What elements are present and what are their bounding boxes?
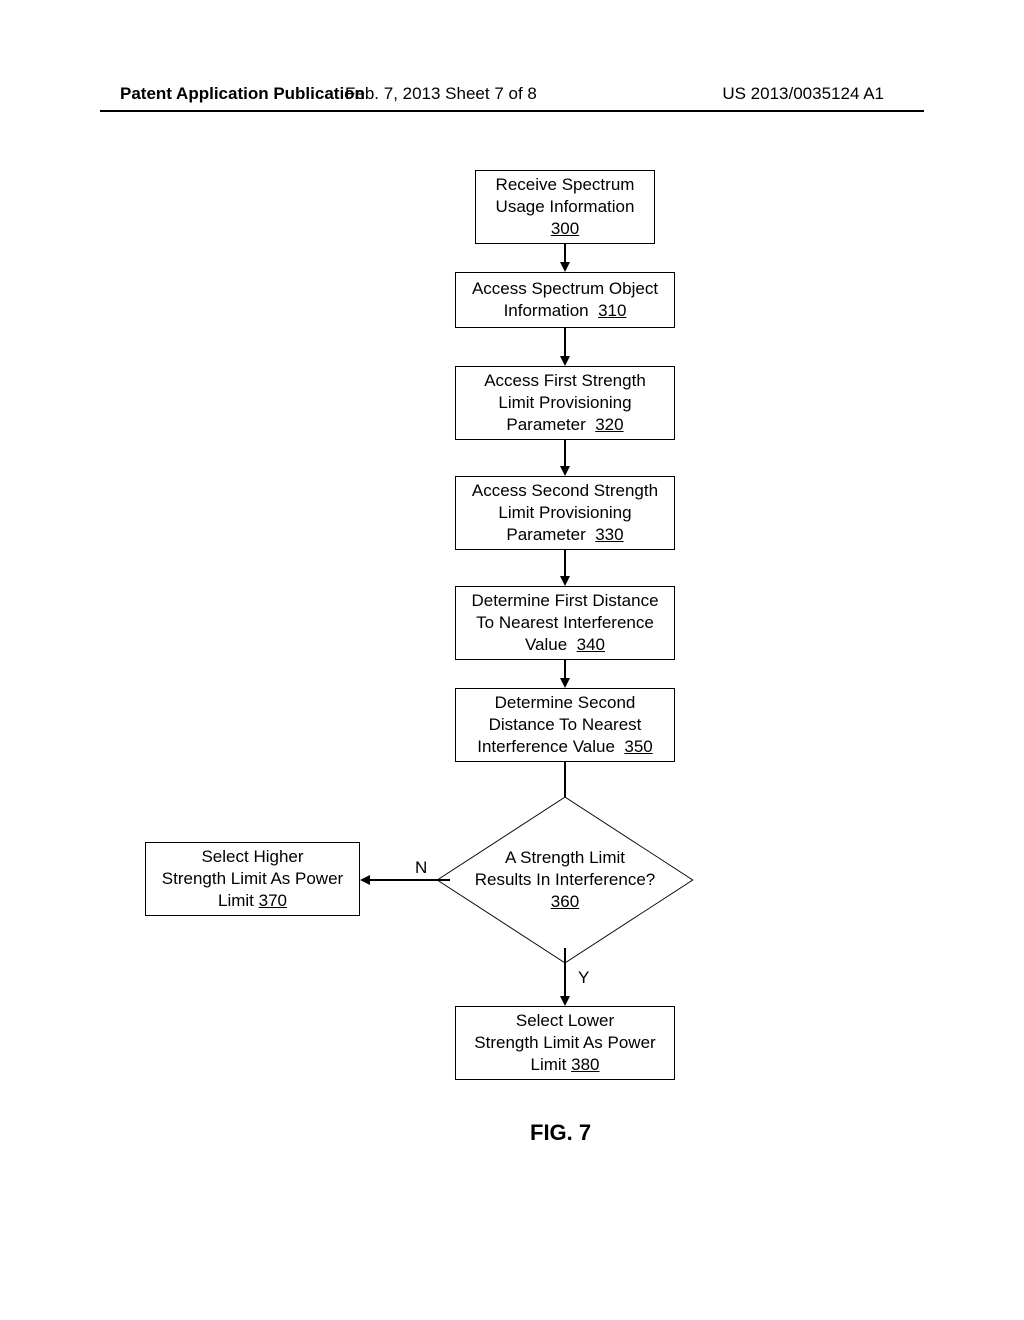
header-center: Feb. 7, 2013 Sheet 7 of 8 [345, 84, 537, 104]
arrow-360-380 [564, 948, 566, 998]
step-350: Determine Second Distance To Nearest Int… [455, 688, 675, 762]
step-300-ref: 300 [551, 218, 579, 240]
step-330-line1: Access Second Strength [472, 480, 658, 502]
decision-yes-label: Y [578, 968, 589, 988]
step-310-line1: Access Spectrum Object [472, 278, 658, 300]
arrow-330-340 [564, 550, 566, 578]
step-300-line1: Receive Spectrum [496, 174, 635, 196]
arrow-340-350 [564, 660, 566, 680]
arrow-360-370 [370, 879, 450, 881]
step-370: Select Higher Strength Limit As Power Li… [145, 842, 360, 916]
figure-label: FIG. 7 [530, 1120, 591, 1146]
arrowhead-310-320 [560, 356, 570, 366]
step-340-ref: 340 [577, 635, 605, 654]
step-330-ref: 330 [595, 525, 623, 544]
decision-360-text: A Strength Limit Results In Interference… [475, 847, 655, 913]
arrowhead-320-330 [560, 466, 570, 476]
step-320-line2: Limit Provisioning [498, 392, 631, 414]
step-380-line3: Limit [530, 1055, 566, 1074]
step-350-line2: Distance To Nearest [489, 714, 642, 736]
arrowhead-300-310 [560, 262, 570, 272]
step-330-line3: Parameter [506, 525, 585, 544]
step-340-line2: To Nearest Interference [476, 612, 654, 634]
step-310-ref: 310 [598, 301, 626, 320]
arrow-310-320 [564, 328, 566, 358]
step-320-ref: 320 [595, 415, 623, 434]
step-310-line2: Information [504, 301, 589, 320]
step-310: Access Spectrum Object Information 310 [455, 272, 675, 328]
flowchart: Receive Spectrum Usage Information 300 A… [0, 160, 1024, 1210]
step-320-line3: Parameter [506, 415, 585, 434]
arrowhead-330-340 [560, 576, 570, 586]
step-380-line1: Select Lower [516, 1010, 614, 1032]
step-380-ref: 380 [571, 1055, 599, 1074]
step-300: Receive Spectrum Usage Information 300 [475, 170, 655, 244]
decision-360-line2: Results In Interference? [475, 869, 655, 891]
header-left: Patent Application Publication [120, 84, 365, 104]
step-340-line3: Value [525, 635, 567, 654]
header-right: US 2013/0035124 A1 [722, 84, 884, 104]
step-350-ref: 350 [624, 737, 652, 756]
arrowhead-360-370 [360, 875, 370, 885]
decision-no-label: N [415, 858, 427, 878]
step-330-line2: Limit Provisioning [498, 502, 631, 524]
decision-360: A Strength Limit Results In Interference… [445, 810, 685, 950]
decision-360-line1: A Strength Limit [475, 847, 655, 869]
step-340: Determine First Distance To Nearest Inte… [455, 586, 675, 660]
step-380: Select Lower Strength Limit As Power Lim… [455, 1006, 675, 1080]
step-300-line2: Usage Information [496, 196, 635, 218]
step-330: Access Second Strength Limit Provisionin… [455, 476, 675, 550]
step-370-line2: Strength Limit As Power [162, 868, 343, 890]
step-340-line1: Determine First Distance [471, 590, 658, 612]
header-divider [100, 110, 924, 112]
step-350-line3: Interference Value [477, 737, 615, 756]
step-370-line3: Limit [218, 891, 254, 910]
step-320-line1: Access First Strength [484, 370, 646, 392]
step-370-line1: Select Higher [201, 846, 303, 868]
arrowhead-340-350 [560, 678, 570, 688]
step-380-line2: Strength Limit As Power [474, 1032, 655, 1054]
decision-360-ref: 360 [475, 891, 655, 913]
step-370-ref: 370 [259, 891, 287, 910]
arrow-320-330 [564, 440, 566, 468]
arrowhead-360-380 [560, 996, 570, 1006]
arrow-300-310 [564, 244, 566, 264]
step-320: Access First Strength Limit Provisioning… [455, 366, 675, 440]
step-350-line1: Determine Second [495, 692, 636, 714]
